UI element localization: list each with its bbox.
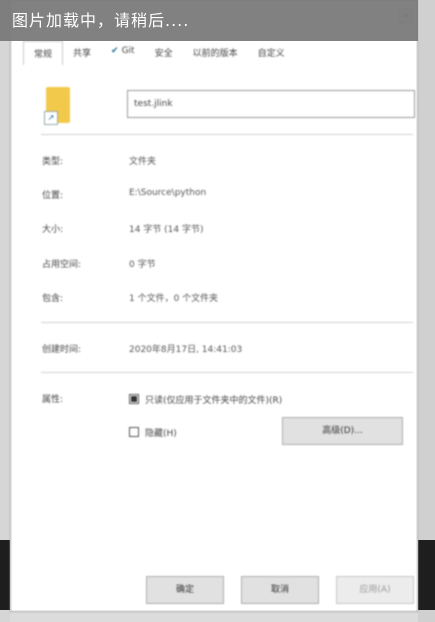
- shortcut-arrow-icon: ↗: [44, 111, 58, 125]
- tab-bar: 常规 共享 ✔ Git 安全 以前的版本 自定义: [23, 41, 397, 65]
- folder-icon: ↗: [44, 87, 70, 125]
- name-input[interactable]: [127, 90, 415, 118]
- background-strip-right: [418, 0, 435, 622]
- tab-previous-versions[interactable]: 以前的版本: [183, 41, 248, 65]
- readonly-checkbox-label[interactable]: 只读(仅应用于文件夹中的文件)(R): [145, 393, 282, 406]
- disk-size-value: 0 字节: [129, 260, 156, 270]
- tab-label: 共享: [73, 49, 92, 59]
- tab-label: 常规: [34, 50, 53, 60]
- divider: [41, 372, 413, 373]
- properties-dialog: ✕ 常规 共享 ✔Git 安全 以前的版本 自定义 ↗ 类型: 文件夹 位置: …: [10, 0, 418, 612]
- tab-label: Git: [121, 46, 135, 56]
- created-value: 2020年8月17日, 14:41:03: [129, 345, 243, 355]
- location-value: E:\Source\python: [129, 188, 207, 198]
- tab-git[interactable]: ✔ Git: [101, 41, 145, 65]
- tab-general[interactable]: 常规: [23, 41, 64, 65]
- advanced-button[interactable]: 高级(D)...: [282, 417, 403, 445]
- location-label: 位置:: [42, 191, 64, 201]
- ok-button[interactable]: 确定: [146, 576, 224, 604]
- contains-value: 1 个文件，0 个文件夹: [129, 294, 219, 304]
- hidden-checkbox-label[interactable]: 隐藏(H): [145, 426, 177, 439]
- hidden-checkbox[interactable]: [129, 427, 139, 437]
- apply-button[interactable]: 应用(A): [336, 576, 414, 604]
- tab-sharing[interactable]: 共享: [63, 41, 101, 65]
- attributes-label: 属性:: [42, 395, 64, 405]
- tab-customize[interactable]: 自定义: [248, 41, 295, 65]
- size-value: 14 字节 (14 字节): [129, 225, 204, 235]
- readonly-checkbox[interactable]: [129, 394, 139, 404]
- tab-label: 以前的版本: [192, 49, 238, 59]
- size-label: 大小:: [42, 225, 64, 235]
- disk-size-label: 占用空间:: [42, 260, 82, 270]
- contains-label: 包含:: [42, 294, 64, 304]
- divider: [41, 322, 413, 323]
- loading-overlay-banner: 图片加载中，请稍后....: [0, 0, 418, 41]
- type-label: 类型:: [42, 157, 64, 167]
- git-check-icon: ✔: [111, 46, 119, 56]
- tab-label: 安全: [154, 49, 173, 59]
- cancel-button[interactable]: 取消: [241, 576, 319, 604]
- background-dark-block-left: [0, 540, 10, 610]
- created-label: 创建时间:: [42, 345, 82, 355]
- divider: [41, 134, 413, 135]
- tab-label: 自定义: [257, 49, 285, 59]
- background-dark-block-right: [418, 540, 435, 610]
- background-strip-left: [0, 0, 10, 622]
- tab-security[interactable]: 安全: [145, 41, 183, 65]
- type-value: 文件夹: [129, 157, 157, 167]
